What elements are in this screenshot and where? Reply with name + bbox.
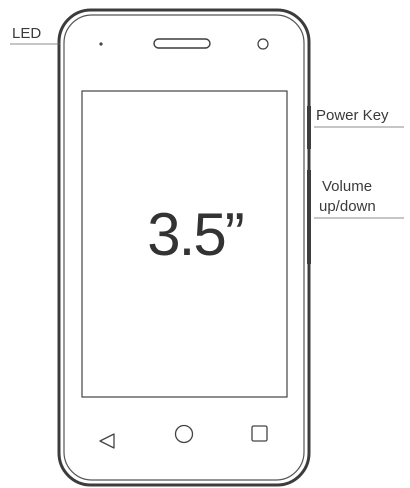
led-label: LED xyxy=(12,25,42,42)
power-key-button xyxy=(307,106,311,149)
volume-label-line2: up/down xyxy=(319,198,376,215)
power-key-label: Power Key xyxy=(316,107,389,124)
screen-size-text: 3.5” xyxy=(147,201,244,268)
volume-button xyxy=(307,170,311,264)
led-dot-icon xyxy=(99,42,103,46)
volume-label-line1: Volume xyxy=(322,178,373,195)
